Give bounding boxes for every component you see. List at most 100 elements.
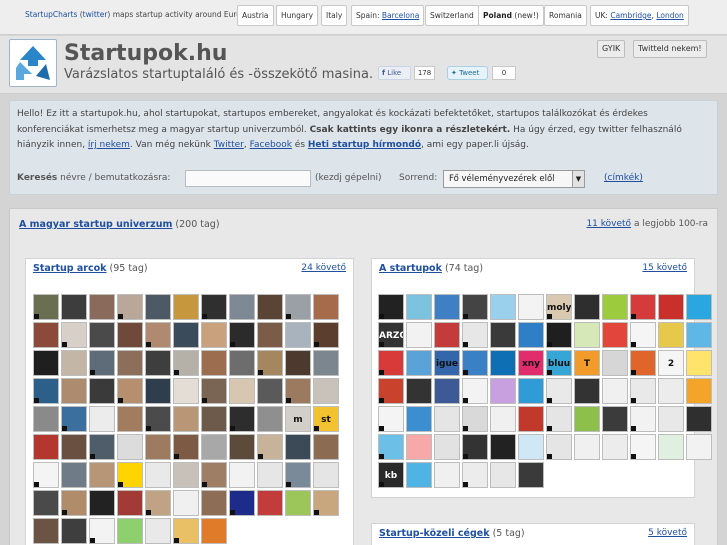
person-avatar[interactable] — [229, 490, 255, 516]
startup-logo[interactable] — [490, 406, 516, 432]
startup-logo[interactable] — [658, 378, 684, 404]
person-avatar[interactable] — [89, 406, 115, 432]
startup-logo[interactable]: 2 — [658, 350, 684, 376]
person-avatar[interactable] — [201, 294, 227, 320]
startup-logo[interactable]: ARZO — [378, 322, 404, 348]
person-avatar[interactable] — [33, 462, 59, 488]
startup-logo[interactable] — [490, 462, 516, 488]
person-avatar[interactable] — [313, 294, 339, 320]
person-avatar[interactable] — [117, 322, 143, 348]
search-input[interactable] — [185, 170, 311, 187]
companies-followers-link[interactable]: 5 követő — [648, 528, 687, 538]
person-avatar[interactable] — [201, 462, 227, 488]
startup-logo[interactable] — [518, 462, 544, 488]
startup-logo[interactable] — [518, 322, 544, 348]
person-avatar[interactable] — [89, 322, 115, 348]
startup-logo[interactable] — [406, 294, 432, 320]
city-romania[interactable]: Romania — [544, 5, 587, 26]
person-avatar[interactable] — [257, 462, 283, 488]
startup-logo[interactable] — [630, 378, 656, 404]
companies-title-link[interactable]: Startup-közeli cégek — [379, 528, 490, 539]
person-avatar[interactable] — [201, 434, 227, 460]
person-avatar[interactable] — [61, 322, 87, 348]
startup-logo[interactable] — [602, 294, 628, 320]
person-avatar[interactable] — [257, 322, 283, 348]
person-avatar[interactable] — [145, 294, 171, 320]
startup-logo[interactable] — [406, 322, 432, 348]
startup-logo[interactable]: kb — [378, 462, 404, 488]
startup-logo[interactable] — [434, 434, 460, 460]
startupcharts-twitter-link[interactable]: twitter — [83, 10, 108, 19]
twitter-link[interactable]: Twitter — [214, 140, 244, 150]
startup-logo[interactable] — [658, 322, 684, 348]
person-avatar[interactable] — [313, 322, 339, 348]
startup-logo[interactable] — [658, 294, 684, 320]
startup-logo[interactable] — [462, 462, 488, 488]
person-avatar[interactable] — [229, 322, 255, 348]
startup-logo[interactable] — [574, 294, 600, 320]
person-avatar[interactable] — [89, 518, 115, 544]
person-avatar[interactable] — [33, 406, 59, 432]
startup-logo[interactable] — [406, 350, 432, 376]
startup-logo[interactable] — [434, 462, 460, 488]
startup-logo[interactable] — [602, 434, 628, 460]
person-avatar[interactable] — [61, 462, 87, 488]
startup-logo[interactable] — [378, 294, 404, 320]
startup-logo[interactable] — [518, 434, 544, 460]
sort-select[interactable]: Fő véleményvezérek elől ▼ — [443, 170, 585, 188]
person-avatar[interactable] — [89, 490, 115, 516]
startups-title-link[interactable]: A startupok — [379, 263, 442, 274]
startup-logo[interactable] — [630, 434, 656, 460]
startup-logo[interactable] — [546, 434, 572, 460]
startup-logo[interactable] — [574, 406, 600, 432]
startup-logo[interactable] — [546, 406, 572, 432]
startup-logo[interactable] — [658, 434, 684, 460]
startup-logo[interactable] — [574, 322, 600, 348]
startup-logo[interactable] — [378, 406, 404, 432]
person-avatar[interactable]: m — [285, 406, 311, 432]
startup-logo[interactable] — [434, 378, 460, 404]
startup-logo[interactable] — [658, 406, 684, 432]
startup-logo[interactable] — [462, 294, 488, 320]
person-avatar[interactable] — [173, 322, 199, 348]
facebook-like-button[interactable]: f Like — [378, 66, 411, 80]
startup-logo[interactable] — [434, 322, 460, 348]
startup-logo[interactable]: moly — [546, 294, 572, 320]
person-avatar[interactable] — [257, 490, 283, 516]
person-avatar[interactable]: st — [313, 406, 339, 432]
person-avatar[interactable] — [201, 378, 227, 404]
startup-logo[interactable] — [574, 434, 600, 460]
startupcharts-link[interactable]: StartupCharts — [25, 10, 77, 19]
person-avatar[interactable] — [201, 406, 227, 432]
person-avatar[interactable] — [229, 294, 255, 320]
startup-logo[interactable] — [630, 406, 656, 432]
person-avatar[interactable] — [229, 350, 255, 376]
city-austria[interactable]: Austria — [237, 5, 274, 26]
person-avatar[interactable] — [61, 434, 87, 460]
person-avatar[interactable] — [117, 434, 143, 460]
startup-logo[interactable] — [686, 322, 712, 348]
startup-logo[interactable] — [406, 462, 432, 488]
startup-logo[interactable]: T — [574, 350, 600, 376]
person-avatar[interactable] — [201, 518, 227, 544]
person-avatar[interactable] — [89, 294, 115, 320]
person-avatar[interactable] — [117, 406, 143, 432]
startup-logo[interactable] — [462, 322, 488, 348]
person-avatar[interactable] — [117, 350, 143, 376]
city-cambridge-link[interactable]: Cambridge — [610, 11, 651, 20]
person-avatar[interactable] — [89, 350, 115, 376]
person-avatar[interactable] — [201, 350, 227, 376]
person-avatar[interactable] — [33, 378, 59, 404]
startup-logo[interactable] — [546, 322, 572, 348]
startup-logo[interactable] — [518, 406, 544, 432]
site-logo[interactable] — [9, 39, 57, 87]
startup-logo[interactable] — [406, 406, 432, 432]
startup-logo[interactable] — [378, 378, 404, 404]
person-avatar[interactable] — [145, 490, 171, 516]
startup-logo[interactable] — [686, 378, 712, 404]
person-avatar[interactable] — [117, 518, 143, 544]
person-avatar[interactable] — [173, 462, 199, 488]
startup-logo[interactable] — [686, 434, 712, 460]
startup-logo[interactable] — [490, 350, 516, 376]
universe-followers-link[interactable]: 11 követő — [586, 219, 631, 229]
